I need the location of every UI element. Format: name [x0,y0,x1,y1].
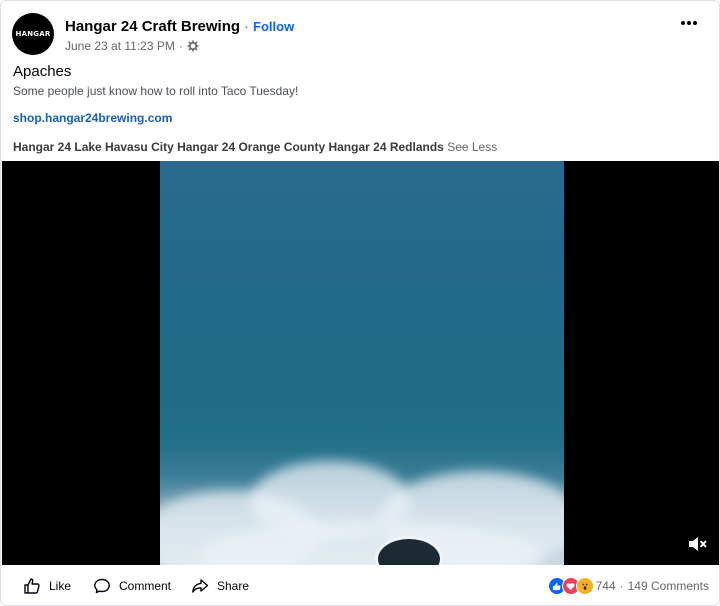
post-date[interactable]: June 23 at 11:23 PM [65,39,175,53]
video-frame [160,161,564,565]
page-name-line: Hangar 24 Craft Brewing · Follow [65,18,294,35]
tagged-pages: Hangar 24 Lake Havasu City Hangar 24 Ora… [13,140,497,154]
share-label: Share [217,579,250,593]
separator-dot: · [178,39,183,53]
reaction-summary[interactable]: 744 · 149 Comments [547,577,709,595]
post-card: HANGAR Hangar 24 Craft Brewing · Follow Ju… [0,0,720,606]
post-header: HANGAR Hangar 24 Craft Brewing · Follow Ju… [12,13,702,55]
page-name[interactable]: Hangar 24 Craft Brewing [65,18,240,35]
tag-lake-havasu[interactable]: Hangar 24 Lake Havasu City [13,140,174,154]
share-arrow-icon [192,579,209,593]
reaction-count: 744 [595,579,616,593]
post-title: Apaches [13,63,72,80]
speaker-muted-icon[interactable] [686,533,708,555]
thumbs-up-icon [24,578,40,594]
action-bar: Like Comment Share 744 · 149 Comments [1,569,719,605]
comment-button[interactable]: Comment [93,577,171,595]
shop-link[interactable]: shop.hangar24brewing.com [13,111,172,125]
wow-reaction-icon [575,577,594,595]
avatar-logo-text: HANGAR [15,30,51,38]
like-button[interactable]: Like [23,577,71,595]
separator-dot: · [244,18,250,35]
post-meta: June 23 at 11:23 PM · [65,39,199,53]
video-player[interactable] [2,161,719,565]
like-label: Like [49,579,72,593]
avatar[interactable]: HANGAR [12,13,54,55]
comment-bubble-icon [94,578,110,594]
post-text: Some people just know how to roll into T… [13,84,299,98]
comment-count[interactable]: 149 Comments [628,579,709,593]
separator-dot: · [619,579,624,593]
more-options-icon[interactable] [676,13,702,33]
follow-button[interactable]: Follow [253,19,294,34]
comment-label: Comment [119,579,172,593]
globe-gear-icon[interactable] [187,40,199,52]
tag-orange-county[interactable]: Hangar 24 Orange County [177,140,325,154]
see-less-button[interactable]: See Less [447,140,497,154]
share-button[interactable]: Share [191,577,249,595]
tag-redlands[interactable]: Hangar 24 Redlands [328,140,443,154]
